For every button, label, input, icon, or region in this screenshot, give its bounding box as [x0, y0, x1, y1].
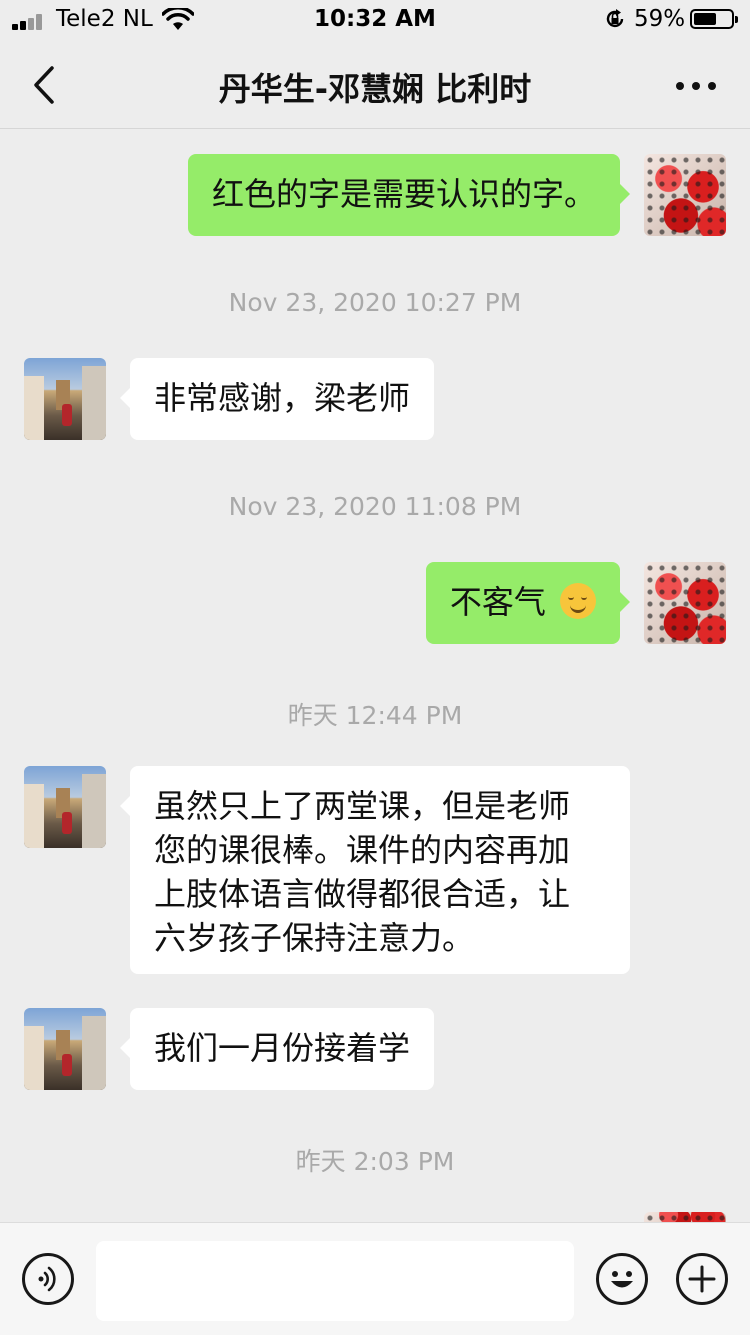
plus-icon[interactable]	[676, 1253, 728, 1305]
message-bubble-incoming[interactable]: 非常感谢，梁老师	[119, 358, 435, 440]
message-bubble-outgoing[interactable]: 红色的字是需要认识的字。	[187, 154, 631, 236]
message-bubble-outgoing[interactable]: 不客气	[425, 562, 631, 644]
timestamp: 昨天 2:03 PM	[295, 1147, 455, 1176]
status-bar: Tele2 NL 10:32 AM 59%	[0, 0, 750, 40]
message-line: 虽然只上了两堂课，但是老师	[154, 787, 571, 825]
top-bar: Tele2 NL 10:32 AM 59% 丹华生-邓慧娴 比利时	[0, 0, 750, 129]
message-line: 六岁孩子保持注意力。	[154, 919, 475, 957]
emoji-icon[interactable]	[596, 1253, 648, 1305]
message-input[interactable]	[96, 1241, 574, 1321]
my-avatar[interactable]	[644, 562, 726, 644]
navigation-bar: 丹华生-邓慧娴 比利时	[0, 42, 750, 128]
message-text: 红色的字是需要认识的字。	[211, 175, 596, 213]
message-line: 您的课很棒。课件的内容再加	[154, 831, 571, 869]
timestamp: Nov 23, 2020 11:08 PM	[228, 492, 522, 521]
timestamp: Nov 23, 2020 10:27 PM	[228, 288, 522, 317]
message-text: 我们一月份接着学	[154, 1029, 411, 1067]
message-bubble-incoming[interactable]: 虽然只上了两堂课，但是老师 您的课很棒。课件的内容再加 上肢体语言做得都很合适，…	[120, 766, 630, 974]
contact-avatar[interactable]	[24, 1008, 106, 1090]
message-text: 非常感谢，梁老师	[154, 379, 411, 417]
smiling-face-emoji-icon	[560, 583, 596, 619]
voice-icon[interactable]	[22, 1253, 74, 1305]
message-bubble-incoming[interactable]: 我们一月份接着学	[119, 1008, 435, 1090]
contact-avatar[interactable]	[24, 766, 106, 848]
timestamp: 昨天 12:44 PM	[287, 701, 463, 730]
battery-icon	[690, 9, 738, 29]
chat-title: 丹华生-邓慧娴 比利时	[218, 70, 532, 108]
contact-avatar[interactable]	[24, 358, 106, 440]
my-avatar[interactable]	[644, 154, 726, 236]
message-line: 上肢体语言做得都很合适，让	[154, 875, 571, 913]
message-text: 不客气	[449, 583, 546, 621]
battery-percent: 59%	[634, 6, 686, 32]
my-avatar[interactable]	[644, 1212, 726, 1222]
input-bar	[0, 1222, 750, 1335]
rotation-lock-icon	[606, 9, 624, 28]
more-dots-icon[interactable]	[666, 70, 726, 100]
